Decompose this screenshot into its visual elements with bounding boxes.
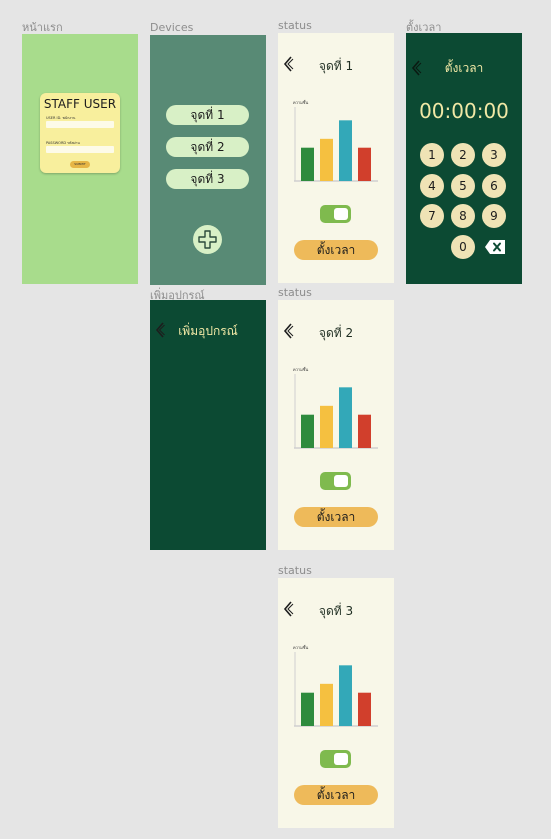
status-title: จุดที่ 3	[318, 604, 354, 618]
add-device-button[interactable]	[193, 225, 222, 254]
key-4[interactable]: 4	[420, 174, 444, 198]
chart-bar-1	[301, 147, 314, 181]
back-chevron-icon[interactable]	[410, 59, 422, 77]
key-8[interactable]: 8	[451, 204, 475, 228]
chart-bar-2	[320, 138, 333, 181]
chart-bar-3	[339, 387, 352, 448]
status-screen-1: จุดที่ 1 ความชื้น ตั้งเวลา	[278, 33, 394, 283]
chart-bar-3	[339, 665, 352, 726]
key-7[interactable]: 7	[420, 204, 444, 228]
key-1[interactable]: 1	[420, 143, 444, 167]
key-2[interactable]: 2	[451, 143, 475, 167]
toggle-knob	[334, 475, 348, 487]
status-title: จุดที่ 1	[318, 59, 354, 73]
humidity-chart: ความชื้น	[293, 98, 378, 182]
login-screen: STAFF USER USER ID. พนักงาน PASSWORD รหั…	[22, 34, 138, 284]
back-chevron-icon[interactable]	[155, 322, 165, 338]
user-id-input[interactable]	[46, 121, 114, 128]
key-5[interactable]: 5	[451, 174, 475, 198]
status-title: จุดที่ 2	[318, 326, 354, 340]
chart-bar-1	[301, 692, 314, 726]
key-9[interactable]: 9	[482, 204, 506, 228]
pump-toggle[interactable]	[320, 750, 351, 768]
chart-bar-2	[320, 683, 333, 726]
key-6[interactable]: 6	[482, 174, 506, 198]
submit-button[interactable]: SUBMIT	[70, 161, 90, 168]
humidity-chart: ความชื้น	[293, 643, 378, 727]
set-timer-button[interactable]: ตั้งเวลา	[294, 507, 378, 527]
chart-bar-4	[358, 692, 371, 726]
timer-display: 00:00:00	[419, 99, 509, 123]
timer-screen: ตั้งเวลา 00:00:00 1 2 3 4 5 6 7 8 9 0	[406, 33, 522, 284]
devices-screen: จุดที่ 1 จุดที่ 2 จุดที่ 3	[150, 35, 266, 285]
add-device-screen: เพิ่มอุปกรณ์	[150, 300, 266, 550]
backspace-icon[interactable]	[485, 240, 505, 254]
status-screen-2: จุดที่ 2 ความชื้น ตั้งเวลา	[278, 300, 394, 550]
set-timer-button[interactable]: ตั้งเวลา	[294, 240, 378, 260]
chart-bar-4	[358, 414, 371, 448]
set-timer-button[interactable]: ตั้งเวลา	[294, 785, 378, 805]
frame-label-status-3: status	[278, 564, 312, 577]
pump-toggle[interactable]	[320, 472, 351, 490]
status-screen-3: จุดที่ 3 ความชื้น ตั้งเวลา	[278, 578, 394, 828]
toggle-knob	[334, 208, 348, 220]
chart-y-label: ความชื้น	[293, 365, 309, 372]
chart-y-label: ความชื้น	[293, 98, 309, 105]
chart-bar-2	[320, 405, 333, 448]
add-device-title: เพิ่มอุปกรณ์	[178, 324, 238, 338]
frame-label-status-2: status	[278, 286, 312, 299]
device-item-3[interactable]: จุดที่ 3	[166, 169, 249, 189]
toggle-knob	[334, 753, 348, 765]
plus-icon	[198, 230, 217, 249]
frame-label-devices: Devices	[150, 21, 194, 34]
key-3[interactable]: 3	[482, 143, 506, 167]
chart-bar-4	[358, 147, 371, 181]
frame-label-status-1: status	[278, 19, 312, 32]
device-item-2[interactable]: จุดที่ 2	[166, 137, 249, 157]
device-item-1[interactable]: จุดที่ 1	[166, 105, 249, 125]
humidity-chart: ความชื้น	[293, 365, 378, 449]
timer-title: ตั้งเวลา	[444, 61, 484, 75]
login-title: STAFF USER	[43, 97, 117, 111]
login-card: STAFF USER USER ID. พนักงาน PASSWORD รหั…	[40, 93, 120, 173]
password-input[interactable]	[46, 146, 114, 153]
chart-bar-3	[339, 120, 352, 181]
chart-y-label: ความชื้น	[293, 643, 309, 650]
pump-toggle[interactable]	[320, 205, 351, 223]
chart-bar-1	[301, 414, 314, 448]
key-0[interactable]: 0	[451, 235, 475, 259]
